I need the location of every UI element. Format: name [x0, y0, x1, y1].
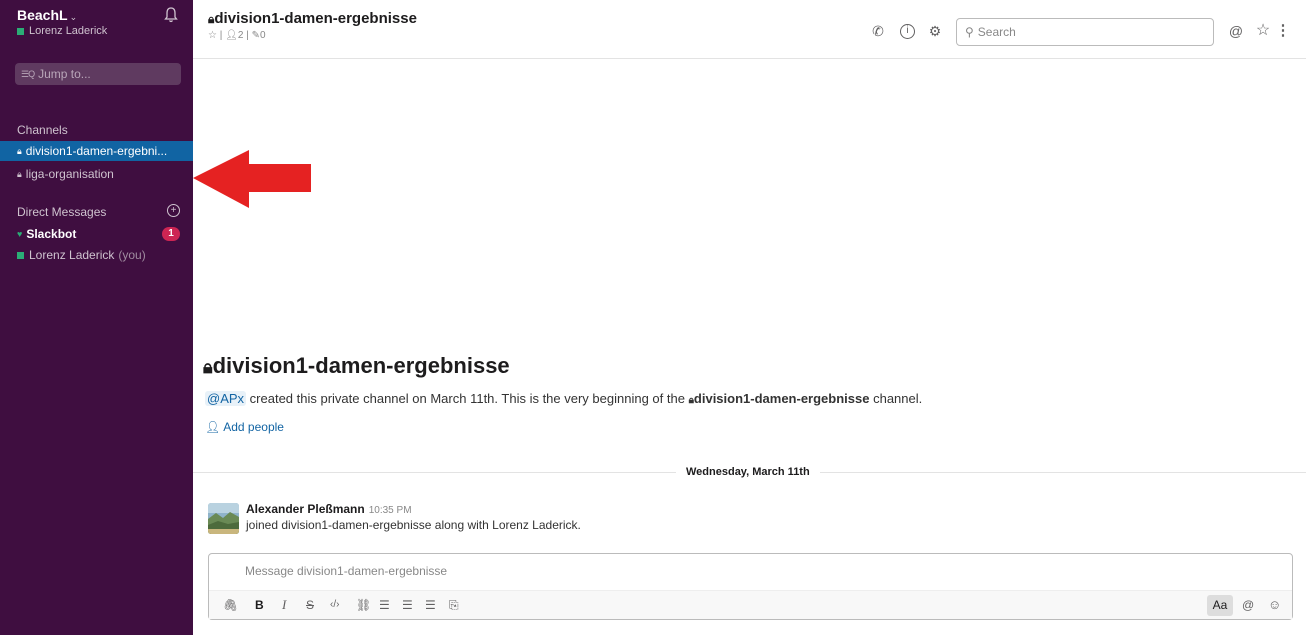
- more-options-icon[interactable]: ⋮: [1275, 23, 1291, 39]
- formatting-toggle-button[interactable]: Aa: [1207, 595, 1233, 616]
- code-icon[interactable]: ‹/›: [330, 598, 339, 612]
- channel-reference[interactable]: division1-damen-ergebnisse: [694, 391, 870, 406]
- direct-messages-header[interactable]: Direct Messages: [17, 205, 106, 219]
- bold-icon[interactable]: B: [255, 598, 264, 612]
- add-person-icon: 👤︎: [205, 420, 221, 434]
- mentions-icon[interactable]: @: [1228, 23, 1244, 39]
- workspace-name[interactable]: BeachL ⌄: [17, 7, 77, 23]
- channel-title[interactable]: 🔒︎division1-damen-ergebnisse: [208, 10, 417, 27]
- unread-badge: 1: [162, 227, 180, 241]
- mention-icon[interactable]: @: [1242, 598, 1254, 612]
- current-user[interactable]: Lorenz Laderick: [17, 25, 107, 37]
- members-icon[interactable]: 👤︎: [225, 30, 238, 41]
- info-icon[interactable]: i: [900, 24, 915, 39]
- message-composer: 🖇︎ B I S ‹/› ⛓︎ ☰ ☰ ☰ ⎘ Aa @ ☺: [208, 553, 1293, 620]
- lock-icon: 🔒︎: [17, 145, 22, 156]
- message-input[interactable]: [245, 564, 1045, 584]
- star-icon[interactable]: ☆: [208, 30, 217, 41]
- gear-icon[interactable]: ⚙: [927, 23, 943, 39]
- bell-icon[interactable]: [164, 7, 178, 23]
- lock-icon: 🔒︎: [203, 357, 213, 377]
- phone-icon[interactable]: ✆: [870, 23, 886, 39]
- member-count[interactable]: 2: [238, 30, 244, 41]
- strikethrough-icon[interactable]: S: [306, 598, 314, 612]
- add-people-button[interactable]: 👤︎ Add people: [205, 420, 284, 434]
- presence-active-icon: [17, 27, 24, 35]
- user-mention[interactable]: @APx: [205, 391, 247, 406]
- author-name[interactable]: Alexander Pleßmann: [246, 502, 365, 516]
- pin-count[interactable]: 0: [260, 30, 266, 41]
- jump-to-button[interactable]: ☰Q Jump to...: [15, 63, 181, 85]
- formatting-toolbar: 🖇︎ B I S ‹/› ⛓︎ ☰ ☰ ☰ ⎘ Aa @ ☺: [209, 590, 1292, 619]
- ordered-list-icon[interactable]: ☰: [379, 598, 390, 612]
- sidebar-channel-division1-damen-ergebnisse[interactable]: 🔒︎ division1-damen-ergebni...: [0, 141, 193, 161]
- message-author: Alexander Pleßmann 10:35 PM: [246, 502, 412, 516]
- search-box[interactable]: ⚲: [956, 18, 1214, 46]
- avatar[interactable]: [208, 503, 239, 534]
- emoji-icon[interactable]: ☺: [1268, 598, 1281, 612]
- sidebar-channel-liga-organisation[interactable]: 🔒︎ liga-organisation: [0, 164, 193, 184]
- you-suffix: (you): [118, 248, 146, 262]
- channel-meta: ☆ | 👤︎2 | ✎0: [208, 30, 266, 41]
- message-timestamp[interactable]: 10:35 PM: [369, 505, 412, 516]
- attach-icon[interactable]: 🖇︎: [223, 598, 238, 612]
- heart-icon: ♥: [17, 229, 23, 239]
- jump-to-icon: ☰Q: [21, 68, 35, 79]
- sidebar-dm-slackbot[interactable]: ♥ Slackbot 1: [0, 224, 193, 244]
- star-icon[interactable]: ☆: [1255, 23, 1271, 39]
- day-divider-label[interactable]: Wednesday, March 11th: [676, 466, 820, 478]
- sidebar: BeachL ⌄ Lorenz Laderick ☰Q Jump to... Ch…: [0, 0, 193, 635]
- pin-icon[interactable]: ✎: [252, 30, 260, 41]
- sidebar-dm-self[interactable]: Lorenz Laderick (you): [0, 245, 193, 265]
- search-input[interactable]: [977, 25, 1198, 39]
- message-text: joined division1-damen-ergebnisse along …: [246, 518, 581, 532]
- annotation-arrow: [193, 150, 311, 208]
- italic-icon[interactable]: I: [282, 598, 286, 612]
- avatar-image: [208, 503, 239, 534]
- channel-header: 🔒︎division1-damen-ergebnisse ☆ | 👤︎2 | ✎…: [193, 0, 1306, 59]
- search-icon: ⚲: [965, 25, 974, 39]
- code-block-icon[interactable]: ⎘: [449, 598, 459, 612]
- lock-icon: 🔒︎: [17, 168, 22, 179]
- channel-intro-title: 🔒︎division1-damen-ergebnisse: [203, 353, 510, 378]
- chevron-down-icon: ⌄: [69, 12, 78, 22]
- channels-header[interactable]: Channels: [17, 123, 68, 137]
- link-icon[interactable]: ⛓︎: [356, 598, 371, 612]
- add-dm-icon[interactable]: +: [167, 204, 180, 217]
- bulleted-list-icon[interactable]: ☰: [402, 598, 413, 612]
- channel-intro-text: @APx created this private channel on Mar…: [205, 391, 923, 406]
- quote-icon[interactable]: ☰: [425, 598, 436, 612]
- presence-active-icon: [17, 251, 24, 259]
